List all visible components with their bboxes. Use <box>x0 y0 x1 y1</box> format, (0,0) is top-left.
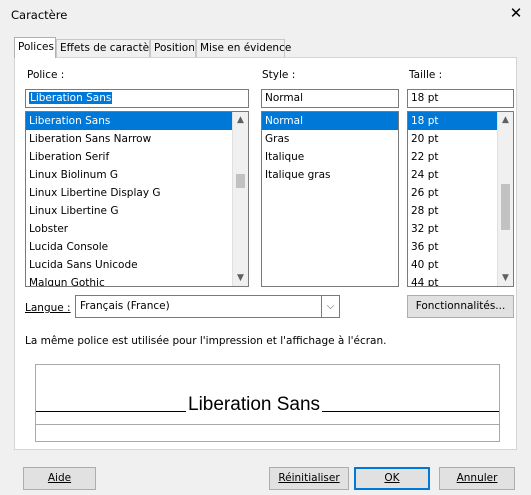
font-list-item[interactable]: Lucida Console <box>26 238 233 256</box>
font-list-item[interactable]: Linux Biolinum G <box>26 166 233 184</box>
info-text: La même police est utilisée pour l'impre… <box>25 335 387 347</box>
tab-effets-caractere[interactable]: Effets de caractère <box>56 39 160 58</box>
chevron-up-icon[interactable]: ▲ <box>233 112 248 128</box>
size-list-item[interactable]: 18 pt <box>408 112 498 130</box>
tab-polices[interactable]: Polices <box>14 37 56 58</box>
size-list-scrollbar[interactable]: ▲ ▼ <box>497 112 513 286</box>
size-list-item[interactable]: 28 pt <box>408 202 498 220</box>
font-list-item[interactable]: Liberation Sans Narrow <box>26 130 233 148</box>
cancel-button[interactable]: Annuler <box>439 467 515 490</box>
size-field-text: 18 pt <box>411 92 439 104</box>
style-list-item[interactable]: Italique <box>262 148 398 166</box>
style-list-item[interactable]: Italique gras <box>262 166 398 184</box>
font-preview: Liberation Sans <box>35 364 500 442</box>
font-list-item[interactable]: Liberation Sans <box>26 112 233 130</box>
font-list-item[interactable]: Linux Libertine G <box>26 202 233 220</box>
ok-button[interactable]: OK <box>354 467 430 490</box>
size-list-item[interactable]: 20 pt <box>408 130 498 148</box>
features-button[interactable]: Fonctionnalités... <box>407 295 514 318</box>
dialog-title: Caractère <box>11 8 68 22</box>
size-list-item[interactable]: 24 pt <box>408 166 498 184</box>
font-list-item[interactable]: Malgun Gothic <box>26 274 233 286</box>
font-label: Police : <box>27 69 65 81</box>
size-list[interactable]: 18 pt 20 pt 22 pt 24 pt 26 pt 28 pt 32 p… <box>407 111 514 287</box>
size-list-scroll-thumb[interactable] <box>501 184 510 230</box>
chevron-up-icon[interactable]: ▲ <box>498 112 513 128</box>
size-list-item[interactable]: 36 pt <box>408 238 498 256</box>
style-list-item[interactable]: Gras <box>262 130 398 148</box>
font-list-item[interactable]: Liberation Serif <box>26 148 233 166</box>
language-select[interactable]: Français (France) ⌵ <box>75 295 340 318</box>
size-list-item[interactable]: 22 pt <box>408 148 498 166</box>
size-list-item[interactable]: 44 pt <box>408 274 498 286</box>
font-list-scroll-thumb[interactable] <box>236 174 245 188</box>
size-list-item[interactable]: 40 pt <box>408 256 498 274</box>
font-name-field-text: Liberation Sans <box>29 92 113 104</box>
style-label: Style : <box>262 69 296 81</box>
language-select-value: Français (France) <box>80 300 170 312</box>
chevron-down-icon[interactable]: ▼ <box>498 270 513 286</box>
reset-button[interactable]: Réinitialiser <box>269 467 349 490</box>
chevron-down-icon[interactable]: ▼ <box>233 270 248 286</box>
help-button[interactable]: Aide <box>23 467 96 490</box>
language-label: Langue : <box>25 302 71 314</box>
reset-button-label: Réinitialiser <box>278 472 340 484</box>
preview-text: Liberation Sans <box>186 394 323 416</box>
size-list-items: 18 pt 20 pt 22 pt 24 pt 26 pt 28 pt 32 p… <box>408 112 498 286</box>
ok-button-label: OK <box>384 472 400 484</box>
chevron-down-icon[interactable]: ⌵ <box>321 296 339 317</box>
size-list-item[interactable]: 26 pt <box>408 184 498 202</box>
style-list-item[interactable]: Normal <box>262 112 398 130</box>
help-button-label: Aide <box>47 472 72 484</box>
size-label: Taille : <box>409 69 443 81</box>
font-list-item[interactable]: Lucida Sans Unicode <box>26 256 233 274</box>
font-list-items: Liberation Sans Liberation Sans Narrow L… <box>26 112 233 286</box>
size-list-item[interactable]: 32 pt <box>408 220 498 238</box>
font-name-field[interactable]: Liberation Sans <box>25 89 249 108</box>
size-field[interactable]: 18 pt <box>407 89 514 108</box>
tab-position[interactable]: Position <box>150 39 196 58</box>
preview-divider <box>36 424 499 425</box>
style-list[interactable]: Normal Gras Italique Italique gras <box>261 111 399 287</box>
close-icon[interactable]: ✕ <box>507 4 525 22</box>
cancel-button-label: Annuler <box>456 472 498 484</box>
tab-mise-en-evidence[interactable]: Mise en évidence <box>196 39 291 58</box>
font-list-item[interactable]: Lobster <box>26 220 233 238</box>
style-field[interactable]: Normal <box>261 89 399 108</box>
style-field-text: Normal <box>265 92 303 104</box>
font-list-item[interactable]: Linux Libertine Display G <box>26 184 233 202</box>
font-list[interactable]: Liberation Sans Liberation Sans Narrow L… <box>25 111 249 287</box>
font-list-scrollbar[interactable]: ▲ ▼ <box>232 112 248 286</box>
language-label-text: Langue : <box>25 302 71 314</box>
